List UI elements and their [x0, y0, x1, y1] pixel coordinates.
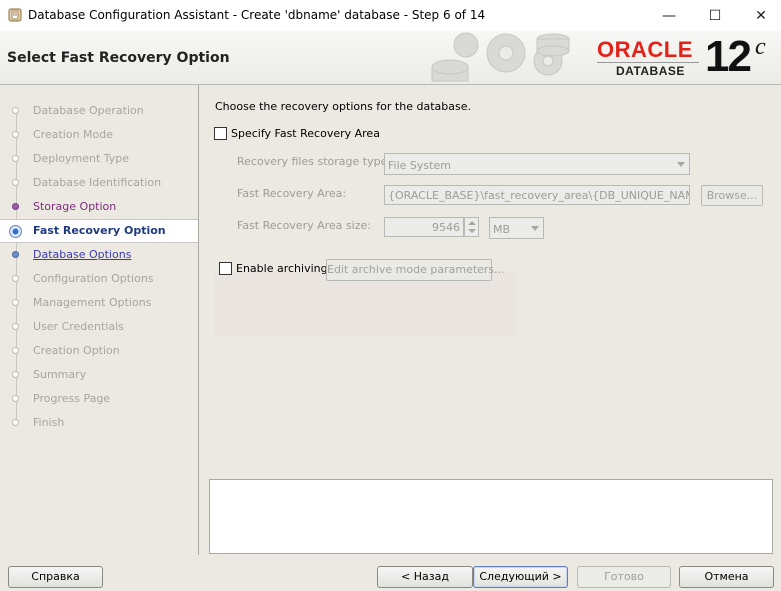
edit-archive-params-button[interactable]: Edit archive mode parameters... [326, 259, 505, 281]
specify-fra-checkbox[interactable] [214, 127, 227, 140]
maximize-button[interactable]: ☐ [692, 0, 738, 31]
step-indicator-icon [12, 107, 19, 114]
page-title: Select Fast Recovery Option [7, 50, 230, 66]
nav-step-user-credentials: User Credentials [0, 315, 198, 339]
fra-size-unit-value: MB [493, 223, 511, 236]
nav-step-label: Deployment Type [33, 152, 130, 165]
step-indicator-icon [12, 203, 19, 210]
nav-step-progress-page: Progress Page [0, 387, 198, 411]
nav-step-label: Finish [33, 416, 65, 429]
archiving-panel-background [214, 272, 517, 336]
step-indicator-icon [12, 275, 19, 282]
nav-step-creation-mode: Creation Mode [0, 123, 198, 147]
back-button[interactable]: < Назад [377, 566, 473, 588]
nav-step-label: User Credentials [33, 320, 124, 333]
next-button[interactable]: Следующий > [473, 566, 568, 588]
fra-size-unit-select[interactable]: MB [489, 217, 544, 239]
nav-step-summary: Summary [0, 363, 198, 387]
nav-step-deployment-type: Deployment Type [0, 147, 198, 171]
fra-location-value: {ORACLE_BASE}\fast_recovery_area\{DB_UNI… [388, 189, 690, 202]
chevron-down-icon [531, 226, 539, 231]
cancel-button[interactable]: Отмена [679, 566, 774, 588]
step-indicator-icon [12, 251, 19, 258]
fra-size-spinner[interactable] [464, 217, 479, 237]
version-suffix: c [755, 34, 766, 60]
messages-panel [209, 479, 773, 554]
storage-type-select[interactable]: File System [384, 153, 690, 175]
step-indicator-icon [9, 225, 22, 238]
nav-step-label: Management Options [33, 296, 152, 309]
step-header: Select Fast Recovery Option ORACLE DATAB… [0, 31, 781, 85]
nav-step-creation-option: Creation Option [0, 339, 198, 363]
enable-archiving-checkbox[interactable] [219, 262, 232, 275]
browse-button[interactable]: Browse... [701, 185, 763, 206]
minimize-button[interactable]: — [646, 0, 692, 31]
step-indicator-icon [12, 323, 19, 330]
close-button[interactable]: ✕ [738, 0, 781, 31]
nav-step-database-operation: Database Operation [0, 99, 198, 123]
step-indicator-icon [12, 347, 19, 354]
finish-button[interactable]: Готово [577, 566, 671, 588]
storage-type-label: Recovery files storage type: [237, 155, 392, 168]
nav-step-configuration-options: Configuration Options [0, 267, 198, 291]
fra-size-input[interactable]: 9546 [384, 217, 464, 237]
oracle-logo-text: ORACLE [597, 37, 693, 62]
nav-step-label[interactable]: Storage Option [33, 200, 116, 213]
nav-step-label[interactable]: Database Options [33, 248, 131, 261]
nav-step-management-options: Management Options [0, 291, 198, 315]
specify-fra-label[interactable]: Specify Fast Recovery Area [231, 127, 380, 140]
fra-size-value: 9546 [432, 221, 460, 234]
wizard-steps-nav: Database Operation Creation Mode Deploymen… [0, 85, 199, 555]
nav-step-storage-option[interactable]: Storage Option [0, 195, 198, 219]
step-indicator-icon [12, 419, 19, 426]
step-indicator-icon [12, 371, 19, 378]
window-title: Database Configuration Assistant - Creat… [28, 8, 486, 22]
fra-location-input[interactable]: {ORACLE_BASE}\fast_recovery_area\{DB_UNI… [384, 185, 690, 205]
help-button[interactable]: Справка [8, 566, 103, 588]
oracle-database-text: DATABASE [616, 64, 685, 78]
nav-step-database-identification: Database Identification [0, 171, 198, 195]
fra-size-label: Fast Recovery Area size: [237, 219, 371, 232]
fra-label: Fast Recovery Area: [237, 187, 347, 200]
app-icon [8, 8, 22, 22]
nav-step-label: Creation Option [33, 344, 120, 357]
nav-step-fast-recovery-option: Fast Recovery Option [0, 219, 198, 243]
storage-type-value: File System [388, 159, 451, 172]
step-indicator-icon [12, 131, 19, 138]
nav-step-label: Creation Mode [33, 128, 114, 141]
spinner-down-icon[interactable] [468, 229, 476, 233]
nav-step-label: Configuration Options [33, 272, 154, 285]
nav-step-label: Database Operation [33, 104, 144, 117]
step-indicator-icon [12, 179, 19, 186]
chevron-down-icon [677, 162, 685, 167]
step-indicator-icon [12, 299, 19, 306]
logo-divider [597, 62, 699, 63]
nav-step-label: Progress Page [33, 392, 111, 405]
nav-step-finish: Finish [0, 411, 198, 435]
version-number: 12 [705, 32, 752, 81]
wizard-footer: Справка < Назад Следующий > Готово Отмен… [0, 555, 781, 591]
step-indicator-icon [12, 395, 19, 402]
intro-text: Choose the recovery options for the data… [215, 100, 471, 113]
nav-step-label: Database Identification [33, 176, 162, 189]
nav-step-database-options[interactable]: Database Options [0, 243, 198, 267]
main-panel: Choose the recovery options for the data… [199, 85, 781, 555]
step-indicator-icon [12, 155, 19, 162]
enable-archiving-label[interactable]: Enable archiving [236, 262, 328, 275]
nav-step-label: Fast Recovery Option [33, 224, 166, 237]
spinner-up-icon[interactable] [468, 221, 476, 225]
gears-decoration-icon [431, 32, 570, 82]
nav-step-label: Summary [33, 368, 87, 381]
window-titlebar: Database Configuration Assistant - Creat… [0, 0, 781, 32]
